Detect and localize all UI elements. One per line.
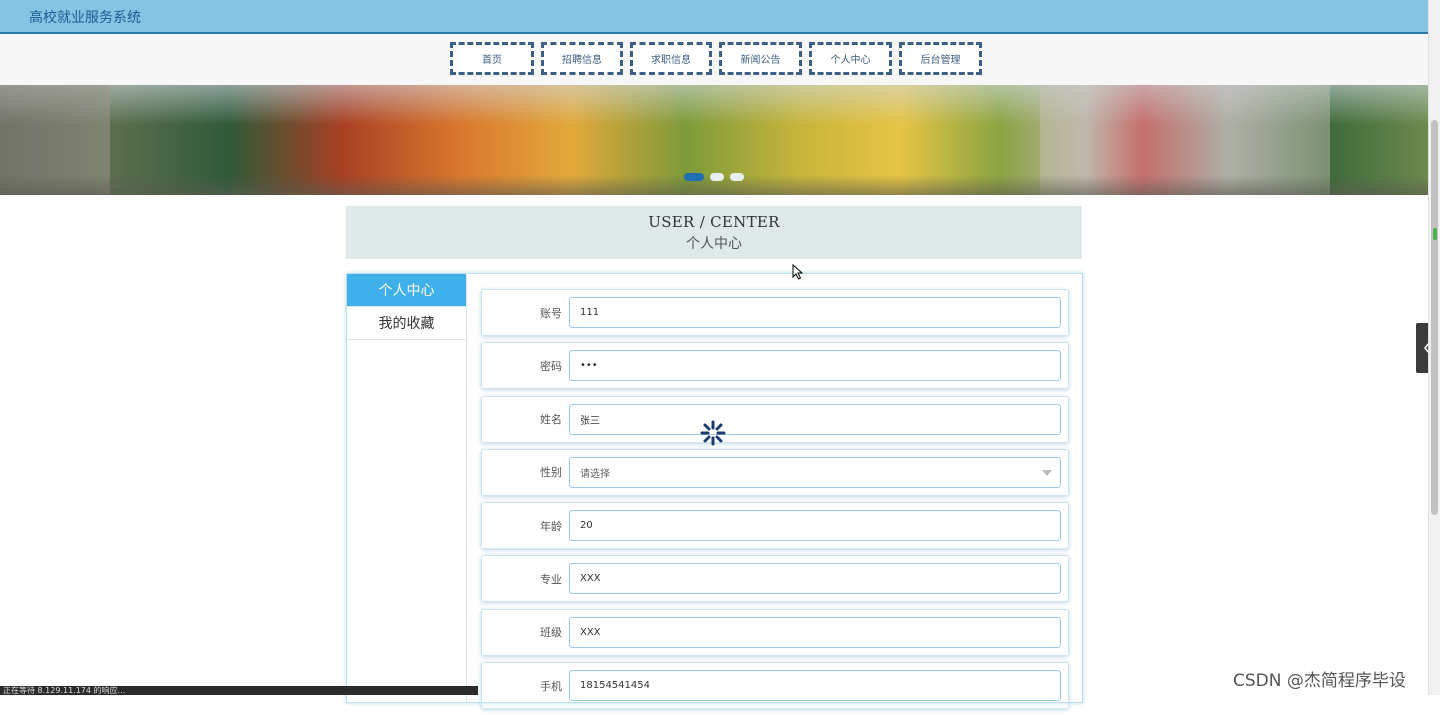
nav-item-user-center[interactable]: 个人中心 xyxy=(809,42,892,75)
nav-item-job-seeking[interactable]: 求职信息 xyxy=(630,42,712,75)
nav-item-news[interactable]: 新闻公告 xyxy=(719,42,802,75)
password-input[interactable]: ••• xyxy=(569,350,1061,382)
field-label: 专业 xyxy=(540,572,562,586)
form-row-major: 专业 XXX xyxy=(481,555,1069,603)
nav-item-recruitment[interactable]: 招聘信息 xyxy=(541,42,623,75)
top-header-bar: 高校就业服务系统 xyxy=(0,0,1428,34)
carousel-dot-3[interactable] xyxy=(730,173,744,181)
age-input[interactable]: 20 xyxy=(569,510,1061,542)
account-input[interactable]: 111 xyxy=(569,297,1061,328)
loading-spinner-icon xyxy=(700,420,726,446)
form-row-phone: 手机 18154541454 xyxy=(481,662,1069,710)
watermark: CSDN @杰简程序毕设 xyxy=(1233,671,1406,691)
site-title[interactable]: 高校就业服务系统 xyxy=(29,7,141,27)
sidebar-item-favorites[interactable]: 我的收藏 xyxy=(347,307,466,340)
heading-english: USER / CENTER xyxy=(648,213,780,231)
mouse-cursor-icon xyxy=(792,264,804,280)
carousel-indicators xyxy=(684,173,744,181)
vertical-scrollbar[interactable] xyxy=(1428,0,1440,695)
form-row-password: 密码 ••• xyxy=(481,342,1069,390)
phone-input[interactable]: 18154541454 xyxy=(569,670,1061,702)
sidebar-item-user-center[interactable]: 个人中心 xyxy=(347,274,466,307)
field-label: 姓名 xyxy=(540,413,562,427)
carousel-dot-2[interactable] xyxy=(710,173,724,181)
form-row-account: 账号 111 xyxy=(481,289,1069,336)
field-label: 密码 xyxy=(540,359,562,373)
form-row-class: 班级 XXX xyxy=(481,608,1069,656)
field-label: 手机 xyxy=(540,679,562,693)
gender-select-value: 请选择 xyxy=(580,468,610,480)
name-input[interactable]: 张三 xyxy=(569,403,1061,435)
main-nav: 首页 招聘信息 求职信息 新闻公告 个人中心 后台管理 xyxy=(450,42,982,75)
major-input[interactable]: XXX xyxy=(569,563,1061,595)
field-label: 性别 xyxy=(540,466,562,480)
section-heading: USER / CENTER 个人中心 xyxy=(346,206,1082,259)
scrollbar-thumb[interactable] xyxy=(1431,120,1438,515)
nav-item-admin[interactable]: 后台管理 xyxy=(899,42,982,75)
chevron-down-icon xyxy=(1042,469,1052,476)
profile-form: 账号 111 密码 ••• 姓名 张三 性别 请选择 年龄 20 专业 XXX … xyxy=(481,289,1069,715)
field-label: 年龄 xyxy=(540,519,562,533)
scrollbar-grip xyxy=(1433,228,1437,240)
gender-select[interactable]: 请选择 xyxy=(569,456,1061,488)
nav-strip: 首页 招聘信息 求职信息 新闻公告 个人中心 后台管理 xyxy=(0,34,1428,85)
banner-carousel[interactable] xyxy=(0,85,1428,195)
browser-status-bar: 正在等待 8.129.11.174 的响应... xyxy=(0,686,478,695)
form-row-gender: 性别 请选择 xyxy=(481,448,1069,496)
carousel-dot-1[interactable] xyxy=(684,173,704,181)
class-input[interactable]: XXX xyxy=(569,616,1061,648)
field-label: 账号 xyxy=(540,306,562,320)
form-row-age: 年龄 20 xyxy=(481,502,1069,550)
sidebar: 个人中心 我的收藏 xyxy=(347,274,467,702)
form-row-name: 姓名 张三 xyxy=(481,395,1069,443)
field-label: 班级 xyxy=(540,626,562,640)
user-center-panel: 个人中心 我的收藏 账号 111 密码 ••• 姓名 张三 性别 请选择 年龄 … xyxy=(346,273,1083,710)
nav-item-home[interactable]: 首页 xyxy=(450,42,534,75)
heading-chinese: 个人中心 xyxy=(686,236,742,252)
